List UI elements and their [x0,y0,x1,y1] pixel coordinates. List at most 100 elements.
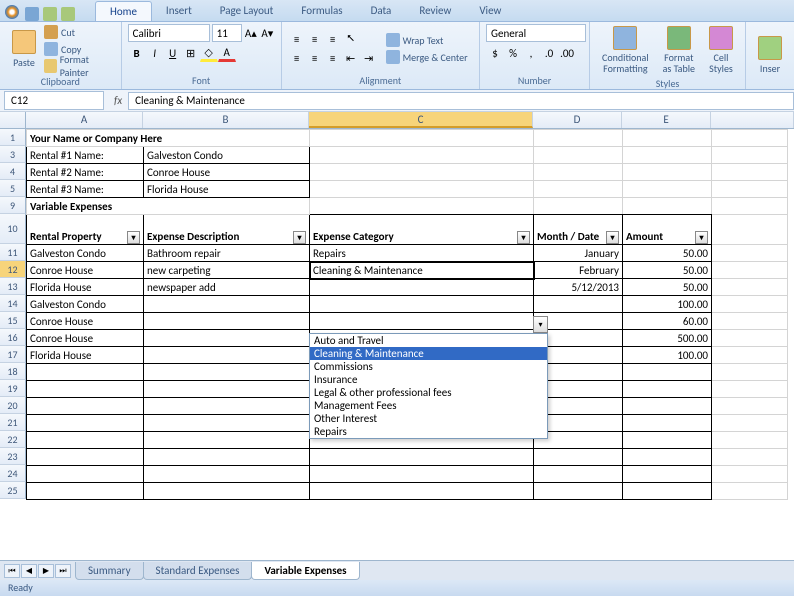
filter-icon[interactable]: ▾ [695,231,708,244]
category-cell[interactable]: Cleaning & Maintenance [310,262,534,279]
cells-area[interactable]: Your Name or Company HereRental #1 Name:… [26,129,788,500]
date-cell[interactable]: February [534,262,623,279]
dropdown-option[interactable]: Auto and Travel [310,334,547,347]
row-header[interactable]: 14 [0,295,26,312]
font-color-button[interactable]: A [218,44,236,62]
row-header[interactable]: 13 [0,278,26,295]
col-header-f[interactable] [711,112,794,128]
cell[interactable] [712,398,788,415]
cell[interactable] [712,164,788,181]
cell[interactable] [310,147,534,164]
sheet-tab[interactable]: Summary [75,562,144,580]
data-validation-dropdown-list[interactable]: Auto and TravelCleaning & MaintenanceCom… [309,333,548,439]
filter-icon[interactable]: ▾ [293,231,306,244]
desc-cell[interactable] [144,330,310,347]
cell[interactable] [144,483,310,500]
col-header-e[interactable]: E [622,112,711,128]
cell[interactable] [712,279,788,296]
ribbon-tab-insert[interactable]: Insert [152,1,206,21]
cell[interactable] [712,245,788,262]
cell[interactable] [534,181,623,198]
col-header-b[interactable]: B [143,112,309,128]
cell[interactable] [712,330,788,347]
grow-font-button[interactable]: A▴ [244,24,259,42]
format-as-table-button[interactable]: Format as Table [657,24,701,76]
cell[interactable] [623,449,712,466]
row-header[interactable]: 1 [0,129,26,146]
undo-icon[interactable] [43,7,57,21]
format-painter-button[interactable]: Format Painter [44,58,115,74]
font-name-select[interactable] [128,24,210,42]
dropdown-option[interactable]: Repairs [310,425,547,438]
cell[interactable] [310,130,534,147]
cell[interactable] [27,466,144,483]
title-cell[interactable]: Your Name or Company Here [27,130,310,147]
category-cell[interactable] [310,313,534,330]
cell[interactable] [310,466,534,483]
redo-icon[interactable] [61,7,75,21]
border-button[interactable]: ⊞ [182,44,200,62]
data-validation-dropdown-button[interactable]: ▾ [533,316,548,333]
dropdown-option[interactable]: Cleaning & Maintenance [310,347,547,360]
rental-value[interactable]: Galveston Condo [144,147,310,164]
cell[interactable] [712,432,788,449]
merge-center-button[interactable]: Merge & Center [386,49,468,65]
rental-label[interactable]: Rental #2 Name: [27,164,144,181]
col-header-category[interactable]: Expense Category▾ [310,215,534,245]
cell[interactable] [623,483,712,500]
rental-label[interactable]: Rental #1 Name: [27,147,144,164]
row-header[interactable]: 18 [0,363,26,380]
ribbon-tab-review[interactable]: Review [405,1,465,21]
cell[interactable] [712,381,788,398]
category-cell[interactable] [310,279,534,296]
row-header[interactable]: 19 [0,380,26,397]
category-cell[interactable] [310,296,534,313]
filter-icon[interactable]: ▾ [606,231,619,244]
cell[interactable] [27,432,144,449]
cell[interactable] [712,466,788,483]
orientation-button[interactable]: ⭦ [342,30,360,48]
cell[interactable] [623,147,712,164]
number-format-select[interactable] [486,24,586,42]
cell[interactable] [144,398,310,415]
row-header[interactable]: 22 [0,431,26,448]
cell[interactable] [623,198,712,215]
cell[interactable] [27,364,144,381]
desc-cell[interactable] [144,296,310,313]
cell[interactable] [27,415,144,432]
section-header[interactable]: Variable Expenses [27,198,310,215]
paste-button[interactable]: Paste [6,28,42,71]
cell[interactable] [712,262,788,279]
date-cell[interactable]: January [534,245,623,262]
row-header[interactable]: 24 [0,465,26,482]
formula-input[interactable] [128,92,794,110]
cell[interactable] [27,398,144,415]
align-bottom-button[interactable]: ≡ [324,30,342,48]
col-header-desc[interactable]: Expense Description▾ [144,215,310,245]
cell[interactable] [144,364,310,381]
conditional-formatting-button[interactable]: Conditional Formatting [596,24,655,76]
cell[interactable] [534,164,623,181]
dropdown-option[interactable]: Insurance [310,373,547,386]
cell[interactable] [712,364,788,381]
row-header[interactable]: 20 [0,397,26,414]
row-header[interactable]: 25 [0,482,26,499]
amount-cell[interactable]: 50.00 [623,279,712,296]
name-box[interactable] [4,91,104,110]
cell[interactable] [534,198,623,215]
dec-decimal-button[interactable]: .00 [558,44,576,62]
property-cell[interactable]: Conroe House [27,262,144,279]
cell[interactable] [310,483,534,500]
filter-icon[interactable]: ▾ [517,231,530,244]
ribbon-tab-page-layout[interactable]: Page Layout [206,1,288,21]
currency-button[interactable]: $ [486,44,504,62]
align-left-button[interactable]: ≡ [288,49,306,67]
indent-inc-button[interactable]: ⇥ [360,49,378,67]
row-header[interactable]: 15 [0,312,26,329]
amount-cell[interactable]: 50.00 [623,245,712,262]
desc-cell[interactable] [144,347,310,364]
tab-nav-next[interactable]: ▶ [38,564,54,578]
date-cell[interactable]: 5/12/2013 [534,279,623,296]
property-cell[interactable]: Florida House [27,347,144,364]
amount-cell[interactable]: 100.00 [623,347,712,364]
